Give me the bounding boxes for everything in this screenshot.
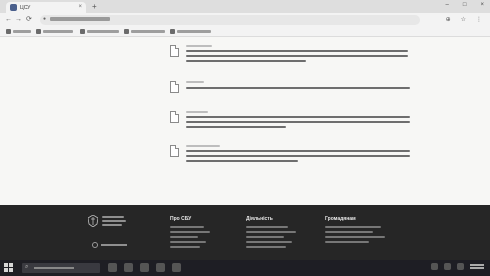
coat-of-arms-logo[interactable] xyxy=(88,215,98,227)
clock[interactable] xyxy=(470,264,484,269)
bookmarks-bar xyxy=(0,27,490,37)
window-controls: – □ × xyxy=(446,2,484,8)
document-title[interactable] xyxy=(186,121,410,123)
site-info-icon[interactable]: ● xyxy=(43,16,46,22)
mail-icon[interactable] xyxy=(156,263,165,272)
new-tab-button[interactable]: + xyxy=(92,2,97,11)
browser-toolbar: ← → ⟳ ● ⊕ ☆ ⋮ xyxy=(0,13,490,27)
footer-link[interactable] xyxy=(246,241,292,243)
bookmark-item[interactable] xyxy=(36,29,73,34)
document-icon xyxy=(170,45,179,57)
document-title[interactable] xyxy=(186,87,410,89)
file-explorer-icon[interactable] xyxy=(124,263,133,272)
footer-link[interactable] xyxy=(246,246,286,248)
footer-link[interactable] xyxy=(170,236,198,238)
bookmark-icon xyxy=(6,29,11,34)
menu-icon[interactable]: ⋮ xyxy=(476,16,482,23)
bookmark-star-icon[interactable]: ☆ xyxy=(461,16,466,23)
toolbar-actions: ⊕ ☆ ⋮ xyxy=(446,16,482,23)
minimize-icon[interactable]: – xyxy=(446,2,449,8)
bookmark-item[interactable] xyxy=(80,29,119,34)
taskbar-pinned-apps xyxy=(108,263,181,272)
footer-column-title: Про СБУ xyxy=(170,216,192,222)
tab-strip: ЦСУ × + – □ × xyxy=(0,0,490,13)
footer-column-activity: Діяльність xyxy=(246,216,306,251)
footer-link[interactable] xyxy=(325,231,373,233)
footer-app-link[interactable] xyxy=(92,242,127,248)
close-tab-icon[interactable]: × xyxy=(78,4,82,11)
footer-link[interactable] xyxy=(170,246,200,248)
taskbar-search-input[interactable]: ⌕ xyxy=(22,263,100,273)
volume-icon[interactable] xyxy=(457,263,464,270)
document-title[interactable] xyxy=(186,160,298,162)
app-icon xyxy=(92,242,98,248)
browser-icon[interactable] xyxy=(140,263,149,272)
document-meta xyxy=(186,81,204,83)
footer-link[interactable] xyxy=(170,226,204,228)
window-close-icon[interactable]: × xyxy=(480,2,484,8)
document-icon xyxy=(170,145,179,157)
footer-link[interactable] xyxy=(325,236,385,238)
forward-icon[interactable]: → xyxy=(15,16,22,24)
document-title[interactable] xyxy=(186,155,410,157)
footer-link[interactable] xyxy=(325,226,381,228)
bookmark-icon xyxy=(170,29,175,34)
browser-tab[interactable]: ЦСУ × xyxy=(6,2,86,13)
footer-column-citizens: Громадянам xyxy=(325,216,395,246)
document-meta xyxy=(186,145,220,147)
document-title[interactable] xyxy=(186,150,410,152)
footer-link[interactable] xyxy=(246,226,288,228)
reload-icon[interactable]: ⟳ xyxy=(26,16,32,24)
document-list xyxy=(0,37,490,205)
address-bar[interactable]: ● xyxy=(40,15,420,25)
document-icon xyxy=(170,81,179,93)
footer-link[interactable] xyxy=(170,231,210,233)
document-title[interactable] xyxy=(186,60,306,62)
footer-column-about: Про СБУ xyxy=(170,216,220,251)
bookmark-icon xyxy=(124,29,129,34)
footer-column-title: Громадянам xyxy=(325,216,356,222)
system-tray xyxy=(431,263,484,270)
document-meta xyxy=(186,45,212,47)
weather-icon[interactable] xyxy=(431,263,438,270)
start-button-icon[interactable] xyxy=(4,263,13,272)
maximize-icon[interactable]: □ xyxy=(463,2,467,8)
footer-link[interactable] xyxy=(246,231,296,233)
favicon-icon xyxy=(10,4,17,11)
bookmark-item[interactable] xyxy=(124,29,165,34)
bookmark-item[interactable] xyxy=(170,29,211,34)
network-icon[interactable] xyxy=(444,263,451,270)
bookmark-icon xyxy=(36,29,41,34)
footer-logo-text xyxy=(102,216,126,228)
document-meta xyxy=(186,111,208,113)
footer-column-title: Діяльність xyxy=(246,216,273,222)
footer-link[interactable] xyxy=(325,241,369,243)
document-title[interactable] xyxy=(186,55,408,57)
bookmark-item[interactable] xyxy=(6,29,31,34)
address-text xyxy=(50,17,110,21)
document-icon xyxy=(170,111,179,123)
document-title[interactable] xyxy=(186,126,286,128)
footer-link[interactable] xyxy=(246,236,284,238)
back-icon[interactable]: ← xyxy=(5,16,12,24)
os-taskbar: ⌕ xyxy=(0,260,490,276)
search-icon: ⌕ xyxy=(25,264,29,270)
site-footer: Про СБУ Діяльність Громадянам xyxy=(0,205,490,260)
footer-link[interactable] xyxy=(170,241,206,243)
bookmark-icon xyxy=(80,29,85,34)
document-title[interactable] xyxy=(186,50,408,52)
document-title[interactable] xyxy=(186,116,410,118)
tab-title: ЦСУ xyxy=(20,4,31,11)
task-view-icon[interactable] xyxy=(108,263,117,272)
extensions-icon[interactable]: ⊕ xyxy=(446,16,451,23)
app-icon[interactable] xyxy=(172,263,181,272)
